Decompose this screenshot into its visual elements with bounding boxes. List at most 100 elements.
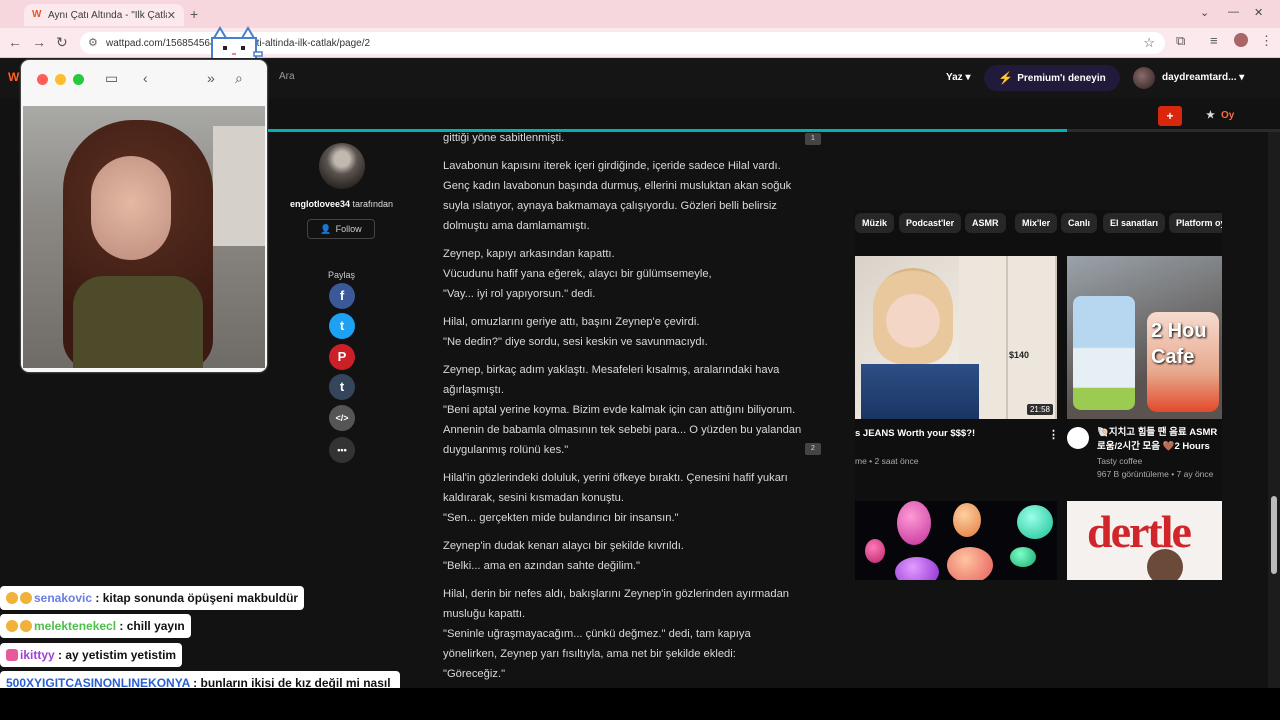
- premium-button[interactable]: ⚡ Premium'ı deneyin: [984, 65, 1120, 91]
- thumbnail-person: [1147, 549, 1183, 580]
- tumblr-icon[interactable]: t: [329, 374, 355, 400]
- author-suffix: tarafından: [350, 199, 394, 209]
- zoom-window-icon[interactable]: [73, 74, 84, 85]
- story-paragraph: gittiği yöne sabitlenmişti.: [443, 132, 565, 144]
- story-paragraph: Hilal, omuzlarını geriye attı, başını Ze…: [443, 316, 708, 348]
- chat-badge-icon: [6, 592, 18, 604]
- video-thumbnail-jeans[interactable]: $140 21:58: [855, 256, 1057, 419]
- thumbnail-price: $140: [1009, 350, 1030, 360]
- chat-username: senakovic: [34, 591, 93, 605]
- wattpad-favicon-icon: W: [32, 9, 42, 20]
- sidebar-icon[interactable]: ▭: [105, 70, 118, 87]
- video-meta: 967 B görüntüleme • 7 ay önce: [1097, 469, 1214, 479]
- browser-tab-bar: W Aynı Çatı Altında - "İlk Çatlak" ✕ + ⌄…: [0, 0, 1280, 28]
- embed-icon[interactable]: </>: [329, 405, 355, 431]
- vote-button[interactable]: ★ Oy: [1206, 110, 1234, 121]
- story-paragraph: Zeynep'in dudak kenarı alaycı bir şekild…: [443, 540, 684, 572]
- minimize-icon[interactable]: —: [1228, 6, 1239, 18]
- browser-tab[interactable]: W Aynı Çatı Altında - "İlk Çatlak" ✕: [24, 4, 184, 26]
- thumbnail-text: dertle: [1087, 506, 1192, 557]
- reload-icon[interactable]: ↻: [56, 34, 68, 51]
- write-menu[interactable]: Yaz ▾: [946, 72, 971, 83]
- minimize-window-icon[interactable]: [55, 74, 66, 85]
- add-to-list-button[interactable]: +: [1158, 106, 1182, 126]
- search-icon[interactable]: ⌕: [235, 70, 243, 87]
- balloon-shape: [897, 501, 931, 545]
- video-thumbnail-balloons[interactable]: [855, 501, 1057, 580]
- pinterest-icon[interactable]: P: [329, 344, 355, 370]
- browser-toolbar: ← → ↻ ⚙ wattpad.com/1568545642-ayni-cati…: [0, 28, 1280, 58]
- search-link[interactable]: Ara: [279, 71, 295, 82]
- video-title[interactable]: s JEANS Worth your $$$?!: [855, 428, 975, 439]
- more-options-icon[interactable]: ⋮: [1048, 428, 1059, 441]
- user-menu[interactable]: daydreamtard... ▾: [1162, 72, 1244, 83]
- menu-icon[interactable]: ⋮: [1260, 33, 1273, 49]
- window-close-icon[interactable]: ✕: [1254, 6, 1263, 19]
- follow-button[interactable]: 👤 Follow: [307, 219, 375, 239]
- category-chip[interactable]: El sanatları: [1103, 213, 1166, 233]
- balloon-shape: [1010, 547, 1036, 567]
- inline-comment-button[interactable]: 1: [805, 133, 821, 145]
- add-user-icon: 👤: [320, 223, 332, 234]
- youtube-overlay: Müzik Podcast'ler ASMR Mix'ler Canlı El sanat…: [855, 210, 1222, 580]
- page-scrollbar[interactable]: [1268, 132, 1280, 688]
- user-avatar[interactable]: [1133, 67, 1155, 89]
- tab-title: Aynı Çatı Altında - "İlk Çatlak": [48, 9, 167, 21]
- chat-text: : ay yetistim yetistim: [54, 648, 177, 662]
- extensions-icon[interactable]: ⧉: [1176, 33, 1185, 49]
- story-paragraph: Hilal'in gözlerindeki doluluk, yerini öf…: [443, 472, 788, 524]
- video-duration: 21:58: [1026, 404, 1053, 415]
- person-top: [73, 276, 203, 368]
- category-chip[interactable]: Podcast'ler: [899, 213, 962, 233]
- webcam-video: [23, 106, 265, 368]
- category-chip[interactable]: Canlı: [1061, 213, 1098, 233]
- thumbnail-jeans: [861, 364, 979, 419]
- site-info-icon[interactable]: ⚙: [88, 36, 98, 49]
- star-icon: ★: [1206, 110, 1215, 121]
- chevron-left-icon[interactable]: ‹: [143, 70, 148, 86]
- thumbnail-face: [873, 268, 953, 364]
- facebook-icon[interactable]: f: [329, 283, 355, 309]
- window-list-icon[interactable]: ⌄: [1200, 6, 1209, 19]
- webcam-window: ▭ ‹ » ⌕: [21, 60, 267, 372]
- close-tab-icon[interactable]: ✕: [167, 9, 176, 22]
- chat-text: : kitap sonunda öpüşeni makbuldür: [92, 591, 299, 605]
- category-chip[interactable]: Müzik: [855, 213, 895, 233]
- balloon-shape: [1017, 505, 1053, 539]
- chevron-double-right-icon[interactable]: »: [207, 70, 215, 86]
- author-avatar[interactable]: [319, 143, 365, 189]
- more-icon[interactable]: •••: [329, 437, 355, 463]
- category-chip[interactable]: Mix'ler: [1015, 213, 1058, 233]
- chat-badge-icon: [20, 592, 32, 604]
- bookmark-star-icon[interactable]: ☆: [1143, 35, 1155, 51]
- video-thumbnail-cafe[interactable]: 2 Hou Cafe: [1067, 256, 1222, 419]
- screen: W Aynı Çatı Altında - "İlk Çatlak" ✕ + ⌄…: [0, 0, 1280, 720]
- username: daydreamtard...: [1162, 72, 1237, 83]
- category-chip[interactable]: Platform oy: [1169, 213, 1222, 233]
- story-paragraph: Hilal, derin bir nefes aldı, bakışlarını…: [443, 588, 790, 680]
- new-tab-icon[interactable]: +: [190, 6, 198, 22]
- chat-username: ikittyy: [20, 648, 55, 662]
- inline-comment-button[interactable]: 2: [805, 443, 821, 455]
- author-name[interactable]: englotlovee34: [290, 199, 350, 209]
- thumbnail-cup: [1073, 296, 1135, 410]
- close-window-icon[interactable]: [37, 74, 48, 85]
- share-label: Paylaş: [328, 270, 356, 280]
- author-byline: englotlovee34 tarafından: [270, 199, 413, 209]
- category-chip[interactable]: ASMR: [965, 213, 1006, 233]
- back-icon[interactable]: ←: [8, 34, 22, 50]
- video-thumbnail-dertle[interactable]: dertle: [1067, 501, 1222, 580]
- twitter-icon[interactable]: t: [329, 313, 355, 339]
- channel-name[interactable]: Tasty coffee: [1097, 456, 1142, 466]
- video-title[interactable]: 🐚지치고 힘들 땐 음료 ASMR 로움/2시간 모음 🤎2 Hours: [1097, 426, 1222, 454]
- chat-username: melektenekecl: [34, 619, 117, 633]
- story-paragraph: Zeynep, birkaç adım yaklaştı. Mesafeleri…: [443, 364, 802, 456]
- profile-avatar-icon[interactable]: [1234, 33, 1248, 47]
- story-text: gittiği yöne sabitlenmişti. Lavabonun kap…: [443, 128, 803, 692]
- reading-list-icon[interactable]: ≡: [1210, 33, 1218, 48]
- channel-avatar[interactable]: [1067, 427, 1089, 449]
- forward-icon[interactable]: →: [32, 34, 46, 50]
- premium-label: Premium'ı deneyin: [1017, 72, 1106, 84]
- wattpad-logo[interactable]: W: [8, 70, 19, 84]
- scrollbar-thumb[interactable]: [1271, 496, 1277, 574]
